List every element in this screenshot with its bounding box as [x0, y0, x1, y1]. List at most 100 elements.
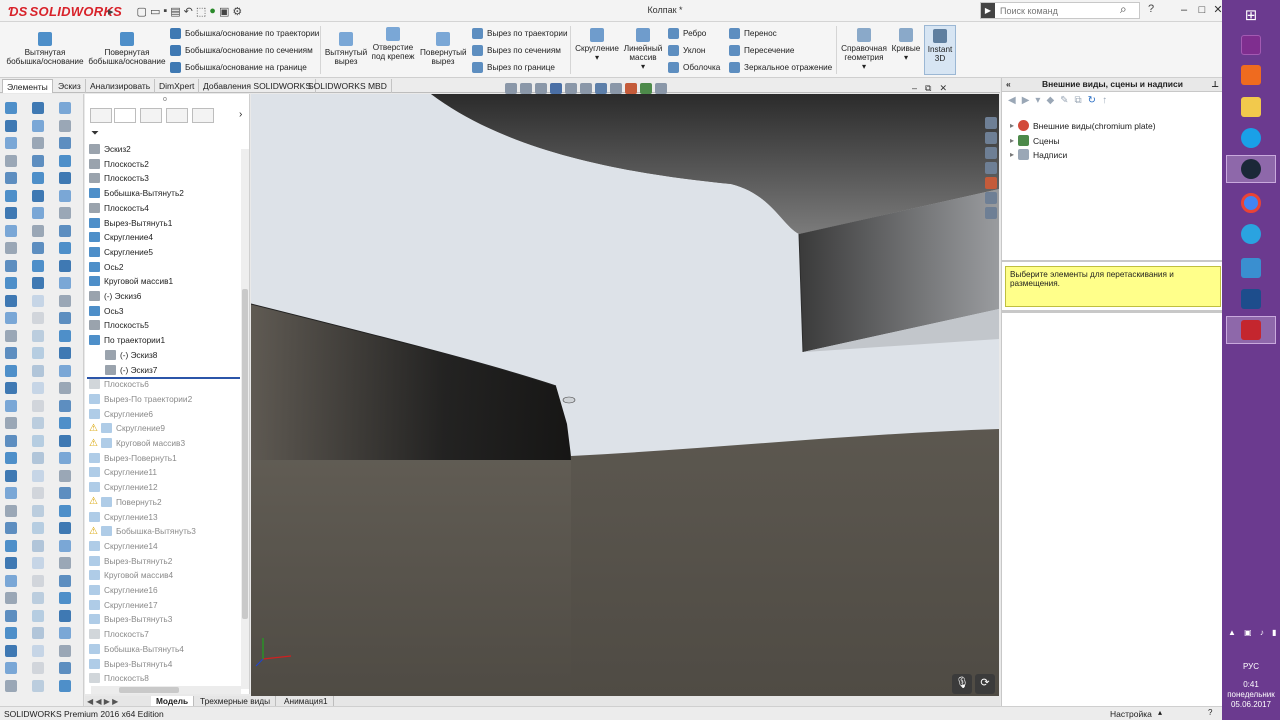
- reference-geometry-button[interactable]: Справочная геометрия ▾: [840, 28, 888, 71]
- view-settings-icon[interactable]: [655, 82, 667, 94]
- view-orientation-icon[interactable]: [580, 82, 592, 94]
- expand-menu-icon[interactable]: ▸: [108, 5, 114, 18]
- solidworks-logo[interactable]: ƊS SOLIDWORKS: [8, 4, 122, 19]
- section-view-icon[interactable]: [550, 82, 562, 94]
- file-properties-icon[interactable]: ▣: [219, 5, 229, 18]
- toolbar-tool-icon[interactable]: [32, 504, 44, 517]
- toolbar-tool-icon[interactable]: [5, 382, 17, 394]
- tree-item[interactable]: Вырез-По траектории2: [89, 392, 192, 406]
- toolbar-tool-icon[interactable]: [5, 452, 17, 464]
- save-icon[interactable]: ▪: [163, 5, 167, 17]
- toolbar-tool-icon[interactable]: [32, 487, 44, 499]
- toolbar-tool-icon[interactable]: [59, 417, 71, 429]
- tree-item[interactable]: Вырез-Вытянуть3: [89, 612, 172, 626]
- toolbar-tool-icon[interactable]: [32, 644, 44, 657]
- tree-item[interactable]: Плоскость2: [89, 157, 149, 171]
- microphone-button[interactable]: 🎙: [952, 674, 972, 694]
- tree-item[interactable]: ⚠ Скругление9: [89, 421, 165, 435]
- toolbar-tool-icon[interactable]: [32, 102, 44, 114]
- tree-item[interactable]: (-) Эскиз8: [105, 348, 157, 362]
- toolbar-tool-icon[interactable]: [32, 277, 44, 289]
- toolbar-tool-icon[interactable]: [59, 224, 71, 237]
- search-commands[interactable]: ▶ Поиск команд: [980, 2, 1140, 19]
- toolbar-tool-icon[interactable]: [32, 382, 44, 394]
- monitor-button[interactable]: [1226, 285, 1276, 313]
- toolbar-tool-icon[interactable]: [59, 592, 71, 604]
- back-icon[interactable]: ◀: [1008, 95, 1016, 106]
- toolbar-tool-icon[interactable]: [59, 662, 71, 674]
- toolbar-tool-icon[interactable]: [32, 522, 44, 534]
- toolbar-tool-icon[interactable]: [32, 312, 44, 324]
- tree-item[interactable]: Вырез-Повернуть1: [89, 451, 177, 465]
- toolbar-tool-icon[interactable]: [5, 172, 17, 184]
- search-mode-icon[interactable]: ▶: [981, 3, 995, 18]
- toolbar-tool-icon[interactable]: [32, 627, 44, 639]
- tree-item[interactable]: Бобышка-Вытянуть2: [89, 186, 184, 200]
- tree-item[interactable]: Плоскость6: [89, 377, 149, 391]
- control-panel-button[interactable]: [1226, 254, 1276, 282]
- view-palette-icon[interactable]: [985, 162, 997, 174]
- language-indicator[interactable]: РУС: [1222, 662, 1280, 671]
- toolbar-tool-icon[interactable]: [32, 329, 44, 342]
- instant3d-button[interactable]: Instant 3D: [924, 25, 956, 75]
- collapse-handle-icon[interactable]: o: [163, 96, 167, 103]
- toolbar-tool-icon[interactable]: [5, 364, 17, 377]
- toolbar-tool-icon[interactable]: [59, 329, 71, 342]
- toolbar-tool-icon[interactable]: [5, 627, 17, 639]
- print-icon[interactable]: ▤: [170, 5, 180, 18]
- zoom-to-fit-icon[interactable]: [505, 82, 517, 94]
- toolbar-tool-icon[interactable]: [59, 609, 71, 622]
- rollback-bar[interactable]: [87, 377, 240, 379]
- extruded-boss-button[interactable]: Вытянутая бобышка/основание: [6, 32, 84, 66]
- tree-item[interactable]: Вырез-Вытянуть1: [89, 216, 172, 230]
- toolbar-tool-icon[interactable]: [5, 487, 17, 499]
- toolbar-tool-icon[interactable]: [32, 539, 44, 552]
- up-icon[interactable]: ↑: [1102, 95, 1107, 106]
- toolbar-tool-icon[interactable]: [5, 242, 17, 254]
- toolbar-tool-icon[interactable]: [59, 364, 71, 377]
- tab-mbd[interactable]: SOLIDWORKS MBD: [304, 79, 392, 93]
- toolbar-tool-icon[interactable]: [59, 522, 71, 534]
- toolbar-tool-icon[interactable]: [59, 469, 71, 482]
- tree-item[interactable]: Круговой массив4: [89, 568, 173, 582]
- tree-item[interactable]: Скругление6: [89, 407, 153, 421]
- intersect-button[interactable]: Пересечение: [729, 45, 794, 56]
- boundary-cut-button[interactable]: Вырез по границе: [472, 62, 555, 73]
- edit-icon[interactable]: ✎: [1060, 95, 1068, 106]
- toolbar-tool-icon[interactable]: [32, 609, 44, 622]
- display-style-icon[interactable]: [595, 82, 607, 94]
- toolbar-tool-icon[interactable]: [59, 259, 71, 272]
- minimize-button[interactable]: –: [1175, 2, 1193, 19]
- windows-start-button[interactable]: ⊞: [1226, 2, 1276, 30]
- hole-wizard-button[interactable]: Отверстие под крепеж: [370, 27, 416, 61]
- appearance-icon[interactable]: ◆: [1046, 95, 1054, 106]
- toolbar-tool-icon[interactable]: [5, 312, 17, 324]
- decals-item[interactable]: ▸ Надписи: [1010, 149, 1067, 160]
- winrar-button[interactable]: [1226, 31, 1276, 59]
- rotate-view-button[interactable]: ⟳: [975, 674, 995, 694]
- toolbar-tool-icon[interactable]: [5, 119, 17, 132]
- toolbar-tool-icon[interactable]: [59, 644, 71, 657]
- forum-icon[interactable]: [985, 207, 997, 219]
- shell-button[interactable]: Оболочка: [668, 62, 720, 73]
- fillet-button[interactable]: Скругление ▾: [574, 28, 620, 62]
- tree-item[interactable]: ⚠ Бобышка-Вытянуть3: [89, 524, 196, 538]
- filter-icon[interactable]: ⏷: [91, 128, 99, 139]
- toolbar-tool-icon[interactable]: [32, 224, 44, 237]
- rebuild-icon[interactable]: ●: [209, 5, 216, 17]
- tab-property-manager[interactable]: [140, 108, 162, 123]
- toolbar-tool-icon[interactable]: [32, 364, 44, 377]
- tree-item[interactable]: (-) Эскиз7: [105, 363, 157, 377]
- viewport-minimize-icon[interactable]: –: [912, 83, 917, 94]
- toolbar-tool-icon[interactable]: [32, 189, 44, 202]
- revolved-cut-button[interactable]: Повернутый вырез: [420, 32, 467, 66]
- options-icon[interactable]: ⚙: [232, 5, 242, 18]
- settings-label[interactable]: Настройка: [1110, 709, 1152, 719]
- copy-icon[interactable]: ⧉: [1075, 95, 1082, 106]
- toolbar-tool-icon[interactable]: [5, 189, 17, 202]
- revolved-boss-button[interactable]: Повернутая бобышка/основание: [88, 32, 166, 66]
- pin-icon[interactable]: ⊥: [1211, 78, 1219, 91]
- draft-button[interactable]: Уклон: [668, 45, 705, 56]
- toolbar-tool-icon[interactable]: [59, 207, 71, 219]
- toolbar-tool-icon[interactable]: [5, 294, 17, 307]
